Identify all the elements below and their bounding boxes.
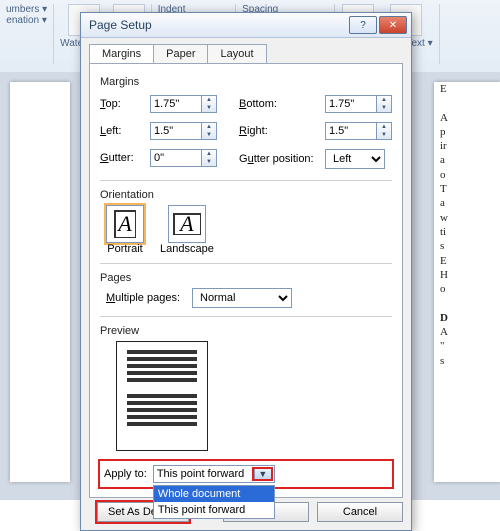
apply-to-label: Apply to:	[104, 465, 147, 480]
portrait-label: Portrait	[107, 243, 142, 255]
tab-paper[interactable]: Paper	[153, 44, 208, 63]
multiple-pages-select[interactable]: Normal	[192, 288, 292, 308]
multiple-pages-label: Multiple pages:	[106, 292, 186, 304]
orientation-portrait[interactable]: A Portrait	[106, 205, 144, 255]
page-setup-dialog: Page Setup ? ✕ Margins Paper Layout Marg…	[80, 12, 412, 531]
bottom-label: Bottom:	[239, 98, 319, 110]
dialog-titlebar[interactable]: Page Setup ? ✕	[81, 13, 411, 38]
margins-section-label: Margins	[100, 76, 392, 88]
top-label: Top:	[100, 98, 144, 110]
gutter-spinner[interactable]: ▲▼	[150, 149, 217, 167]
tab-body-margins: Margins Top: ▲▼ Left: ▲▼	[89, 63, 403, 498]
left-label: Left:	[100, 125, 144, 137]
help-button[interactable]: ?	[349, 16, 377, 34]
tab-margins[interactable]: Margins	[89, 44, 154, 63]
line-numbers-button[interactable]: umbers ▾	[6, 4, 47, 15]
gutter-label: Gutter:	[100, 152, 144, 164]
gutter-position-label: Gutter position:	[239, 153, 319, 165]
portrait-icon: A	[106, 205, 144, 243]
orientation-landscape[interactable]: A Landscape	[160, 205, 214, 255]
gutter-position-select[interactable]: Left	[325, 149, 385, 169]
hyphenation-button[interactable]: enation ▾	[6, 15, 47, 26]
landscape-icon: A	[168, 205, 206, 243]
right-label: Right:	[239, 125, 319, 137]
dialog-title: Page Setup	[89, 18, 347, 32]
right-input[interactable]	[325, 122, 377, 140]
close-button[interactable]: ✕	[379, 16, 407, 34]
left-input[interactable]	[150, 122, 202, 140]
apply-to-dropdown-list: Whole document This point forward	[153, 485, 275, 519]
apply-to-region: Apply to: This point forward ▼ Whole doc…	[100, 461, 392, 487]
ribbon-group-numbers: umbers ▾ enation ▾	[0, 4, 54, 64]
right-spinner[interactable]: ▲▼	[325, 122, 392, 140]
apply-to-combo[interactable]: This point forward ▼ Whole document This…	[153, 465, 275, 483]
document-page-left	[10, 82, 70, 482]
pages-section-label: Pages	[100, 272, 392, 284]
top-input[interactable]	[150, 95, 202, 113]
gutter-input[interactable]	[150, 149, 202, 167]
apply-option-this-point-forward[interactable]: This point forward	[154, 502, 274, 518]
dialog-tabs: Margins Paper Layout	[81, 38, 411, 63]
apply-to-selected: This point forward	[157, 468, 244, 480]
landscape-label: Landscape	[160, 243, 214, 255]
tab-layout[interactable]: Layout	[207, 44, 266, 63]
top-spinner[interactable]: ▲▼	[150, 95, 217, 113]
cancel-button[interactable]: Cancel	[317, 502, 403, 522]
orientation-section-label: Orientation	[100, 189, 392, 201]
bottom-input[interactable]	[325, 95, 377, 113]
preview-section-label: Preview	[100, 325, 392, 337]
left-spinner[interactable]: ▲▼	[150, 122, 217, 140]
preview-page	[116, 341, 208, 451]
apply-to-dropdown-button[interactable]: ▼	[254, 469, 271, 479]
document-page-right: E Apirao Tawtis EHo D A"s	[434, 82, 500, 482]
bottom-spinner[interactable]: ▲▼	[325, 95, 392, 113]
